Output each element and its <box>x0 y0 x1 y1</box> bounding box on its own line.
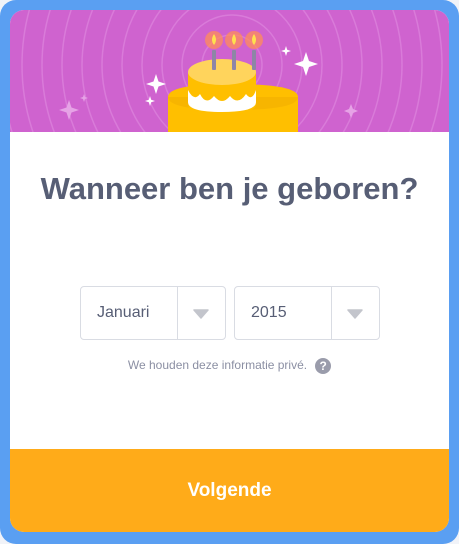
birth-year-value: 2015 <box>251 304 287 321</box>
birthday-banner <box>10 10 449 132</box>
birth-month-select[interactable]: Januari <box>80 286 226 340</box>
birth-year-select[interactable]: 2015 <box>234 286 380 340</box>
select-divider <box>331 287 332 339</box>
caret-down-icon <box>347 309 363 319</box>
birthday-cake-illustration <box>10 10 443 132</box>
page-title: Wanneer ben je geboren? <box>40 171 419 206</box>
privacy-note: We houden deze informatie privé.? <box>10 357 449 374</box>
help-icon[interactable]: ? <box>315 357 332 374</box>
select-divider <box>177 287 178 339</box>
privacy-text: We houden deze informatie privé. <box>127 358 308 372</box>
birthdate-dialog: Wanneer ben je geboren? Januari 2015 We … <box>10 10 449 532</box>
birth-month-value: Januari <box>97 304 150 321</box>
caret-down-icon <box>193 309 209 319</box>
next-button[interactable]: Volgende <box>10 449 449 532</box>
dialog-frame: Wanneer ben je geboren? Januari 2015 We … <box>0 0 459 544</box>
